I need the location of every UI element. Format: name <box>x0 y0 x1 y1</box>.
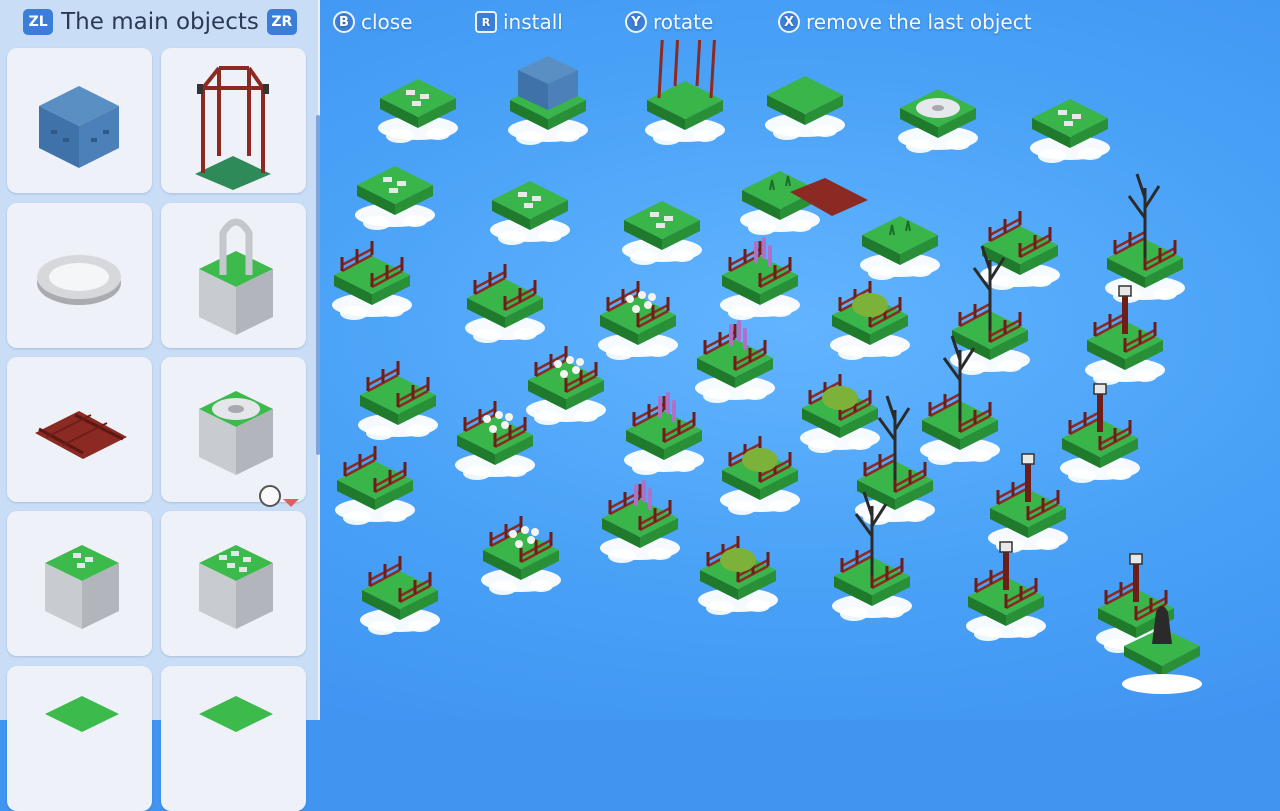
r-button-icon: R <box>475 11 497 33</box>
island-tile[interactable] <box>526 346 606 425</box>
island-tile[interactable] <box>465 264 545 343</box>
island-tile[interactable] <box>800 374 880 453</box>
catalog-item-stone-ring[interactable] <box>7 203 152 348</box>
island-tile[interactable] <box>1060 383 1140 483</box>
catalog-item-paved-tile-alt[interactable] <box>161 511 306 656</box>
island-tile[interactable] <box>1105 173 1185 303</box>
hint-close: B close <box>333 10 413 34</box>
island-tile[interactable] <box>698 536 778 615</box>
island-tile[interactable] <box>481 516 561 595</box>
island-tile[interactable] <box>695 320 775 403</box>
island-tile[interactable] <box>624 392 704 475</box>
island-tile[interactable] <box>720 436 800 515</box>
island-tile[interactable] <box>1085 285 1165 385</box>
catalog-item-bridge[interactable] <box>7 357 152 502</box>
catalog-item-swing[interactable] <box>161 48 306 193</box>
paved-grass-tile-alt-icon <box>199 545 273 629</box>
island-tile[interactable] <box>358 361 438 440</box>
island-tile[interactable] <box>360 556 440 635</box>
panel-header: ZL The main objects ZR <box>0 0 320 44</box>
island-tile[interactable] <box>332 241 412 320</box>
island-tile[interactable] <box>860 216 940 280</box>
hint-install-label: install <box>503 10 563 34</box>
hint-rotate: Y rotate <box>625 10 713 34</box>
island-tile[interactable] <box>898 89 978 153</box>
grass-tile-partial-alt-icon <box>199 696 273 732</box>
island-tile[interactable] <box>720 237 800 320</box>
island-tile[interactable] <box>740 171 820 235</box>
hint-install: R install <box>475 10 563 34</box>
y-button-icon: Y <box>625 11 647 33</box>
zl-button[interactable]: ZL <box>23 9 54 35</box>
island-tile[interactable] <box>645 40 725 145</box>
stone-arch-icon <box>199 218 273 335</box>
island-tile[interactable] <box>765 76 845 140</box>
hint-remove-label: remove the last object <box>806 10 1032 34</box>
island-tile[interactable] <box>335 446 415 525</box>
hint-remove: X remove the last object <box>778 10 1032 34</box>
catalog-item-circle-tile[interactable] <box>161 357 306 502</box>
catalog-item-stone-arch[interactable] <box>161 203 306 348</box>
island-tile[interactable] <box>600 480 680 563</box>
hint-close-label: close <box>361 10 413 34</box>
panel-scrollbar[interactable] <box>316 115 320 455</box>
island-tile[interactable] <box>988 453 1068 553</box>
island-tile[interactable] <box>830 281 910 360</box>
island-tile[interactable] <box>490 181 570 245</box>
catalog-item-partial[interactable] <box>7 666 152 811</box>
island-tile[interactable] <box>966 541 1046 641</box>
island-tile[interactable] <box>622 201 702 265</box>
blue-block-icon <box>39 86 119 168</box>
catalog-item-paved-tile[interactable] <box>7 511 152 656</box>
grass-tile-partial-icon <box>45 696 119 732</box>
island-tile[interactable] <box>598 281 678 360</box>
objects-panel: ZL The main objects ZR <box>0 0 320 811</box>
b-button-icon: B <box>333 11 355 33</box>
stone-ring-icon <box>37 255 121 305</box>
wooden-bridge-icon <box>35 411 127 459</box>
island-scene[interactable] <box>320 40 1280 720</box>
catalog-item-blue-block[interactable] <box>7 48 152 193</box>
hint-rotate-label: rotate <box>653 10 714 34</box>
zr-button[interactable]: ZR <box>266 9 297 35</box>
x-button-icon: X <box>778 11 800 33</box>
circular-paving-tile-icon <box>199 391 273 475</box>
swing-frame-icon <box>195 66 271 190</box>
panel-title: The main objects <box>61 9 259 35</box>
island-tile[interactable] <box>455 401 535 480</box>
cursor-pointer-tip-icon <box>283 499 299 507</box>
island-tile[interactable] <box>1030 99 1110 163</box>
catalog-item-partial-alt[interactable] <box>161 666 306 811</box>
pointer-cursor-icon <box>259 485 281 507</box>
paved-grass-tile-icon <box>45 545 119 629</box>
island-tile[interactable] <box>378 79 458 143</box>
island-tile[interactable] <box>355 166 435 230</box>
island-tile[interactable] <box>508 56 588 145</box>
